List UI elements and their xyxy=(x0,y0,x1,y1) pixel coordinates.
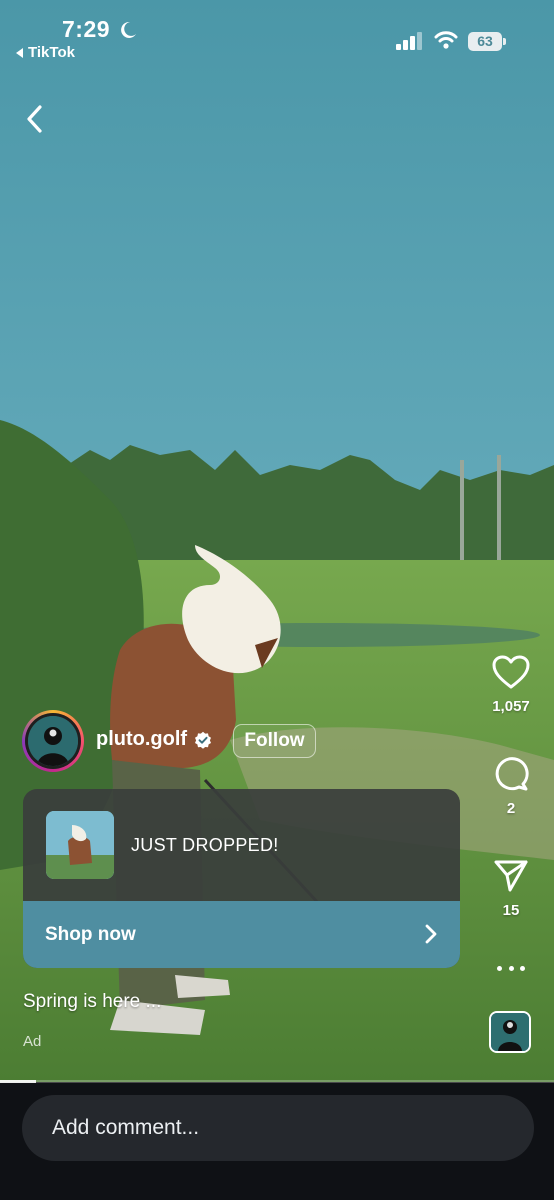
ad-card[interactable]: JUST DROPPED! Shop now xyxy=(23,789,460,968)
like-count: 1,057 xyxy=(492,698,530,715)
audio-thumbnail[interactable] xyxy=(489,1011,531,1053)
verified-badge-icon xyxy=(195,731,212,749)
ad-headline: JUST DROPPED! xyxy=(131,835,279,855)
wifi-icon xyxy=(434,31,458,49)
back-app-label: TikTok xyxy=(28,44,75,61)
audio-avatar-image xyxy=(491,1013,529,1051)
ad-product-thumbnail[interactable] xyxy=(46,811,114,879)
comment-bar xyxy=(0,1083,554,1200)
chevron-right-icon xyxy=(425,924,437,944)
back-triangle-icon xyxy=(16,47,23,58)
comment-count: 2 xyxy=(506,800,516,817)
shop-now-label: Shop now xyxy=(45,923,136,945)
avatar-image xyxy=(28,716,78,766)
heart-icon xyxy=(492,655,530,689)
author-avatar[interactable] xyxy=(22,710,84,772)
moon-icon xyxy=(121,21,136,38)
battery-indicator: 63 xyxy=(468,31,506,51)
battery-level: 63 xyxy=(468,31,502,51)
share-count: 15 xyxy=(502,902,520,919)
send-paper-plane-icon xyxy=(494,860,528,892)
comment-button[interactable]: 2 xyxy=(476,754,546,817)
back-chevron-icon[interactable] xyxy=(20,102,50,136)
cellular-signal-icon xyxy=(396,32,422,50)
back-to-app-link[interactable]: TikTok xyxy=(16,44,75,61)
comment-bubble-icon xyxy=(495,757,529,791)
author-username[interactable]: pluto.golf xyxy=(96,728,212,751)
more-options-icon[interactable] xyxy=(497,966,525,974)
post-caption[interactable]: Spring is here ... xyxy=(23,991,161,1013)
like-button[interactable]: 1,057 xyxy=(476,654,546,715)
add-comment-input[interactable] xyxy=(22,1095,534,1161)
follow-button[interactable]: Follow xyxy=(233,724,316,758)
username-text: pluto.golf xyxy=(96,728,188,750)
shop-now-button[interactable]: Shop now xyxy=(23,901,460,968)
status-time: 7:29 xyxy=(62,16,111,42)
ad-thumbnail-image xyxy=(46,811,114,879)
share-button[interactable]: 15 xyxy=(476,856,546,919)
sponsored-ad-label: Ad xyxy=(23,1033,42,1050)
